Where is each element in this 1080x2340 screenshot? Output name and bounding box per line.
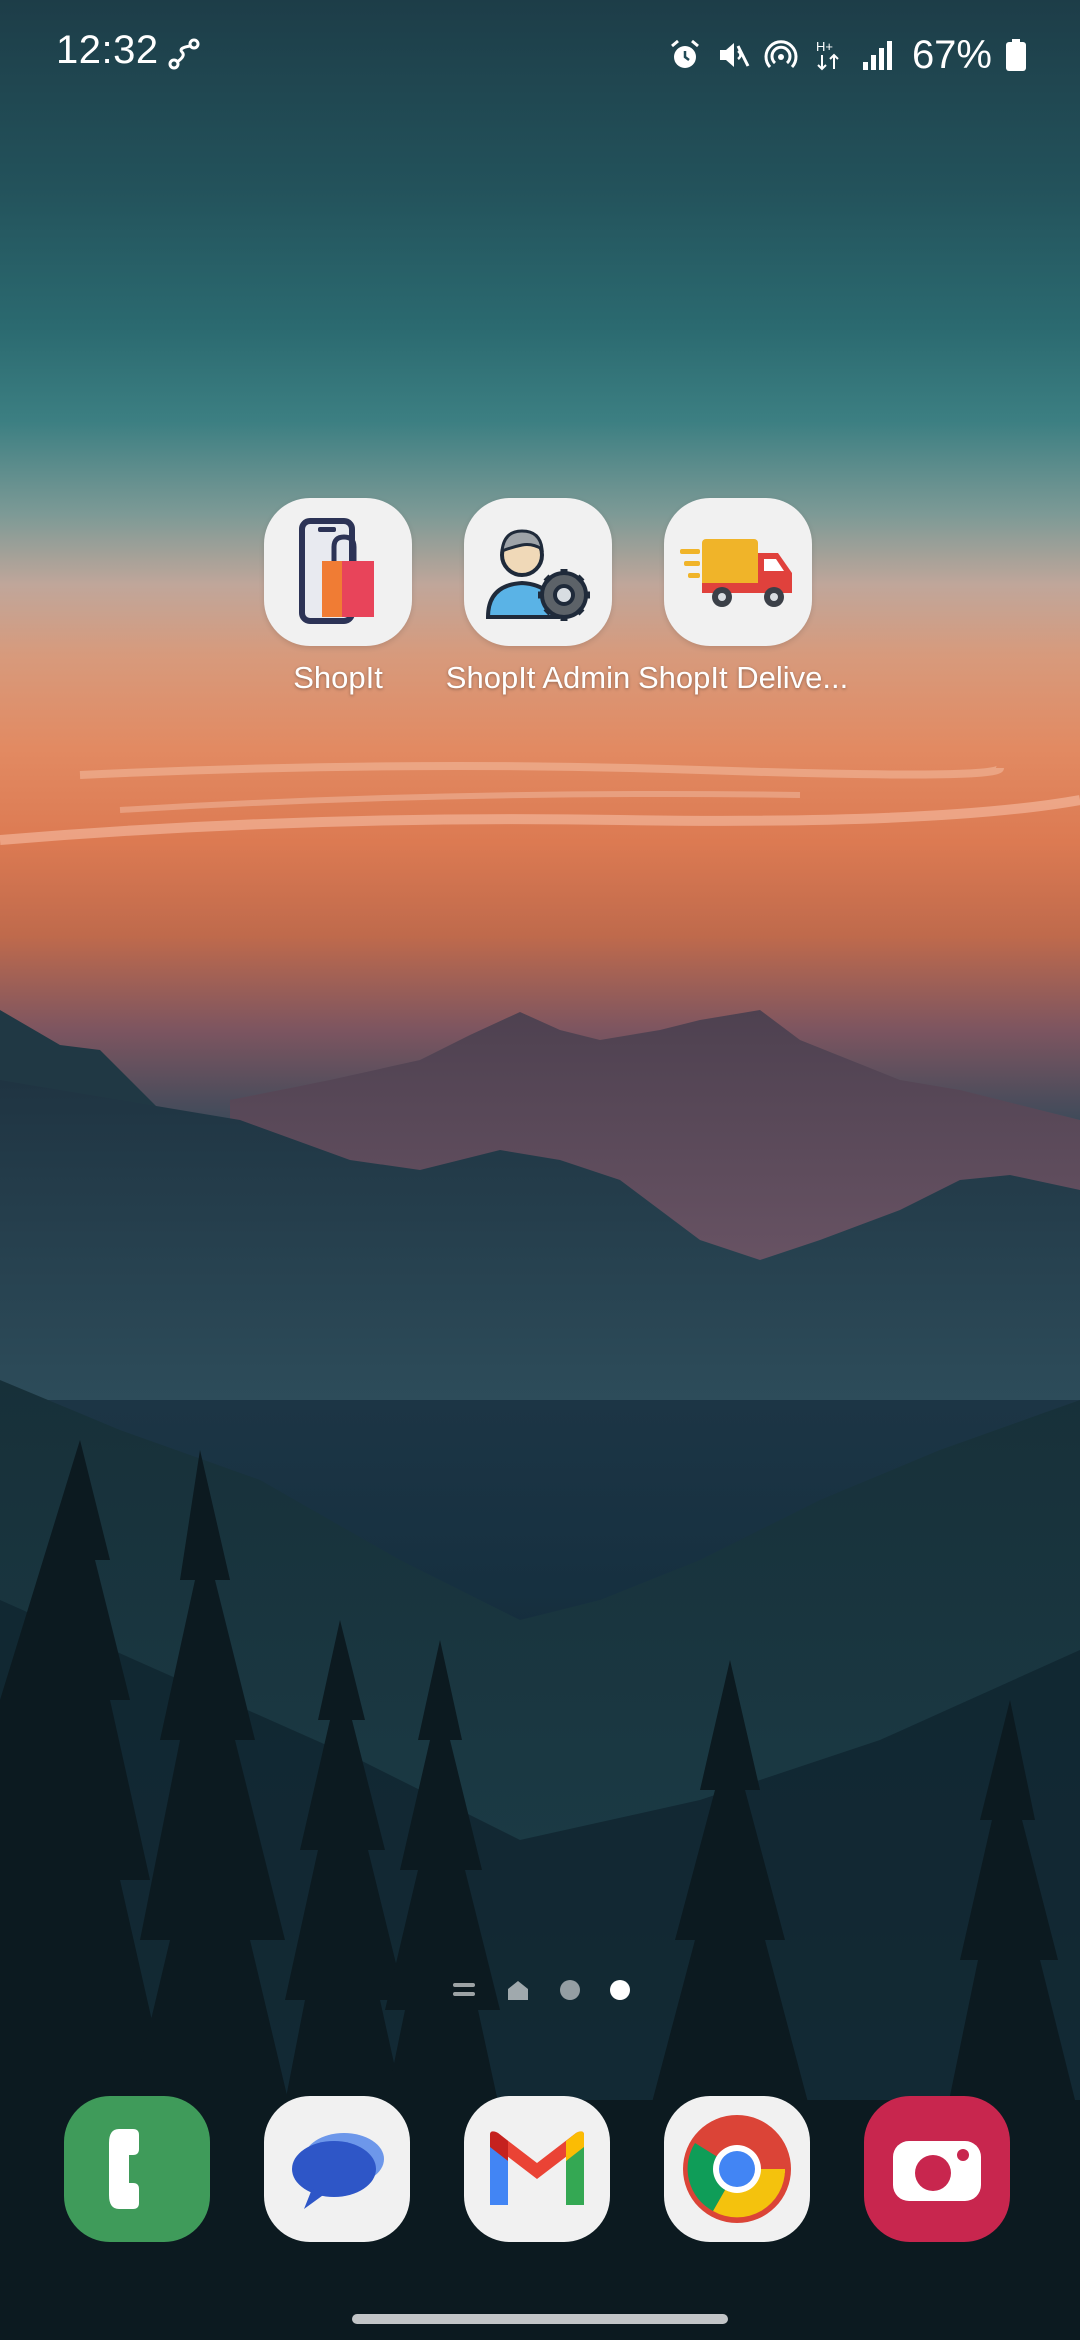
phone-icon[interactable] bbox=[64, 2096, 210, 2242]
battery-percent: 67% bbox=[911, 32, 992, 77]
status-time: 12:32 bbox=[56, 28, 159, 72]
battery-icon bbox=[1006, 39, 1026, 71]
alarm-icon bbox=[668, 38, 702, 72]
menu-page-icon[interactable] bbox=[452, 1980, 476, 2000]
page-dot[interactable] bbox=[560, 1980, 580, 2000]
app-label: ShopIt Delive... bbox=[638, 660, 849, 695]
home-page-icon[interactable] bbox=[506, 1979, 530, 2001]
route-icon bbox=[166, 36, 202, 72]
chrome-icon[interactable] bbox=[664, 2096, 810, 2242]
status-icons: H+ 67% bbox=[668, 30, 1026, 80]
page-dot-active[interactable] bbox=[610, 1980, 630, 2000]
gmail-icon[interactable] bbox=[464, 2096, 610, 2242]
gesture-nav-handle[interactable] bbox=[352, 2314, 728, 2324]
home-screen: 12:32 H+ 67% ShopIt ShopIt Admin ShopIt … bbox=[0, 0, 1080, 2340]
app-shopit-admin[interactable]: ShopIt Admin bbox=[438, 498, 638, 696]
hotspot-icon bbox=[764, 38, 798, 72]
mute-icon bbox=[716, 38, 750, 72]
delivery-truck-icon[interactable] bbox=[664, 498, 812, 646]
app-label: ShopIt bbox=[293, 660, 383, 695]
page-indicator[interactable] bbox=[452, 1975, 630, 2005]
admin-gear-icon[interactable] bbox=[464, 498, 612, 646]
h-plus-data-icon: H+ bbox=[812, 38, 846, 72]
app-label: ShopIt Admin bbox=[445, 660, 631, 695]
camera-icon[interactable] bbox=[864, 2096, 1010, 2242]
app-shopit[interactable]: ShopIt bbox=[238, 498, 438, 696]
signal-icon bbox=[860, 38, 894, 72]
svg-text:H+: H+ bbox=[816, 39, 833, 54]
app-shopit-delivery[interactable]: ShopIt Delive... bbox=[638, 498, 849, 696]
shopping-phone-icon[interactable] bbox=[264, 498, 412, 646]
messages-icon[interactable] bbox=[264, 2096, 410, 2242]
status-bar: 12:32 H+ 67% bbox=[0, 0, 1080, 110]
